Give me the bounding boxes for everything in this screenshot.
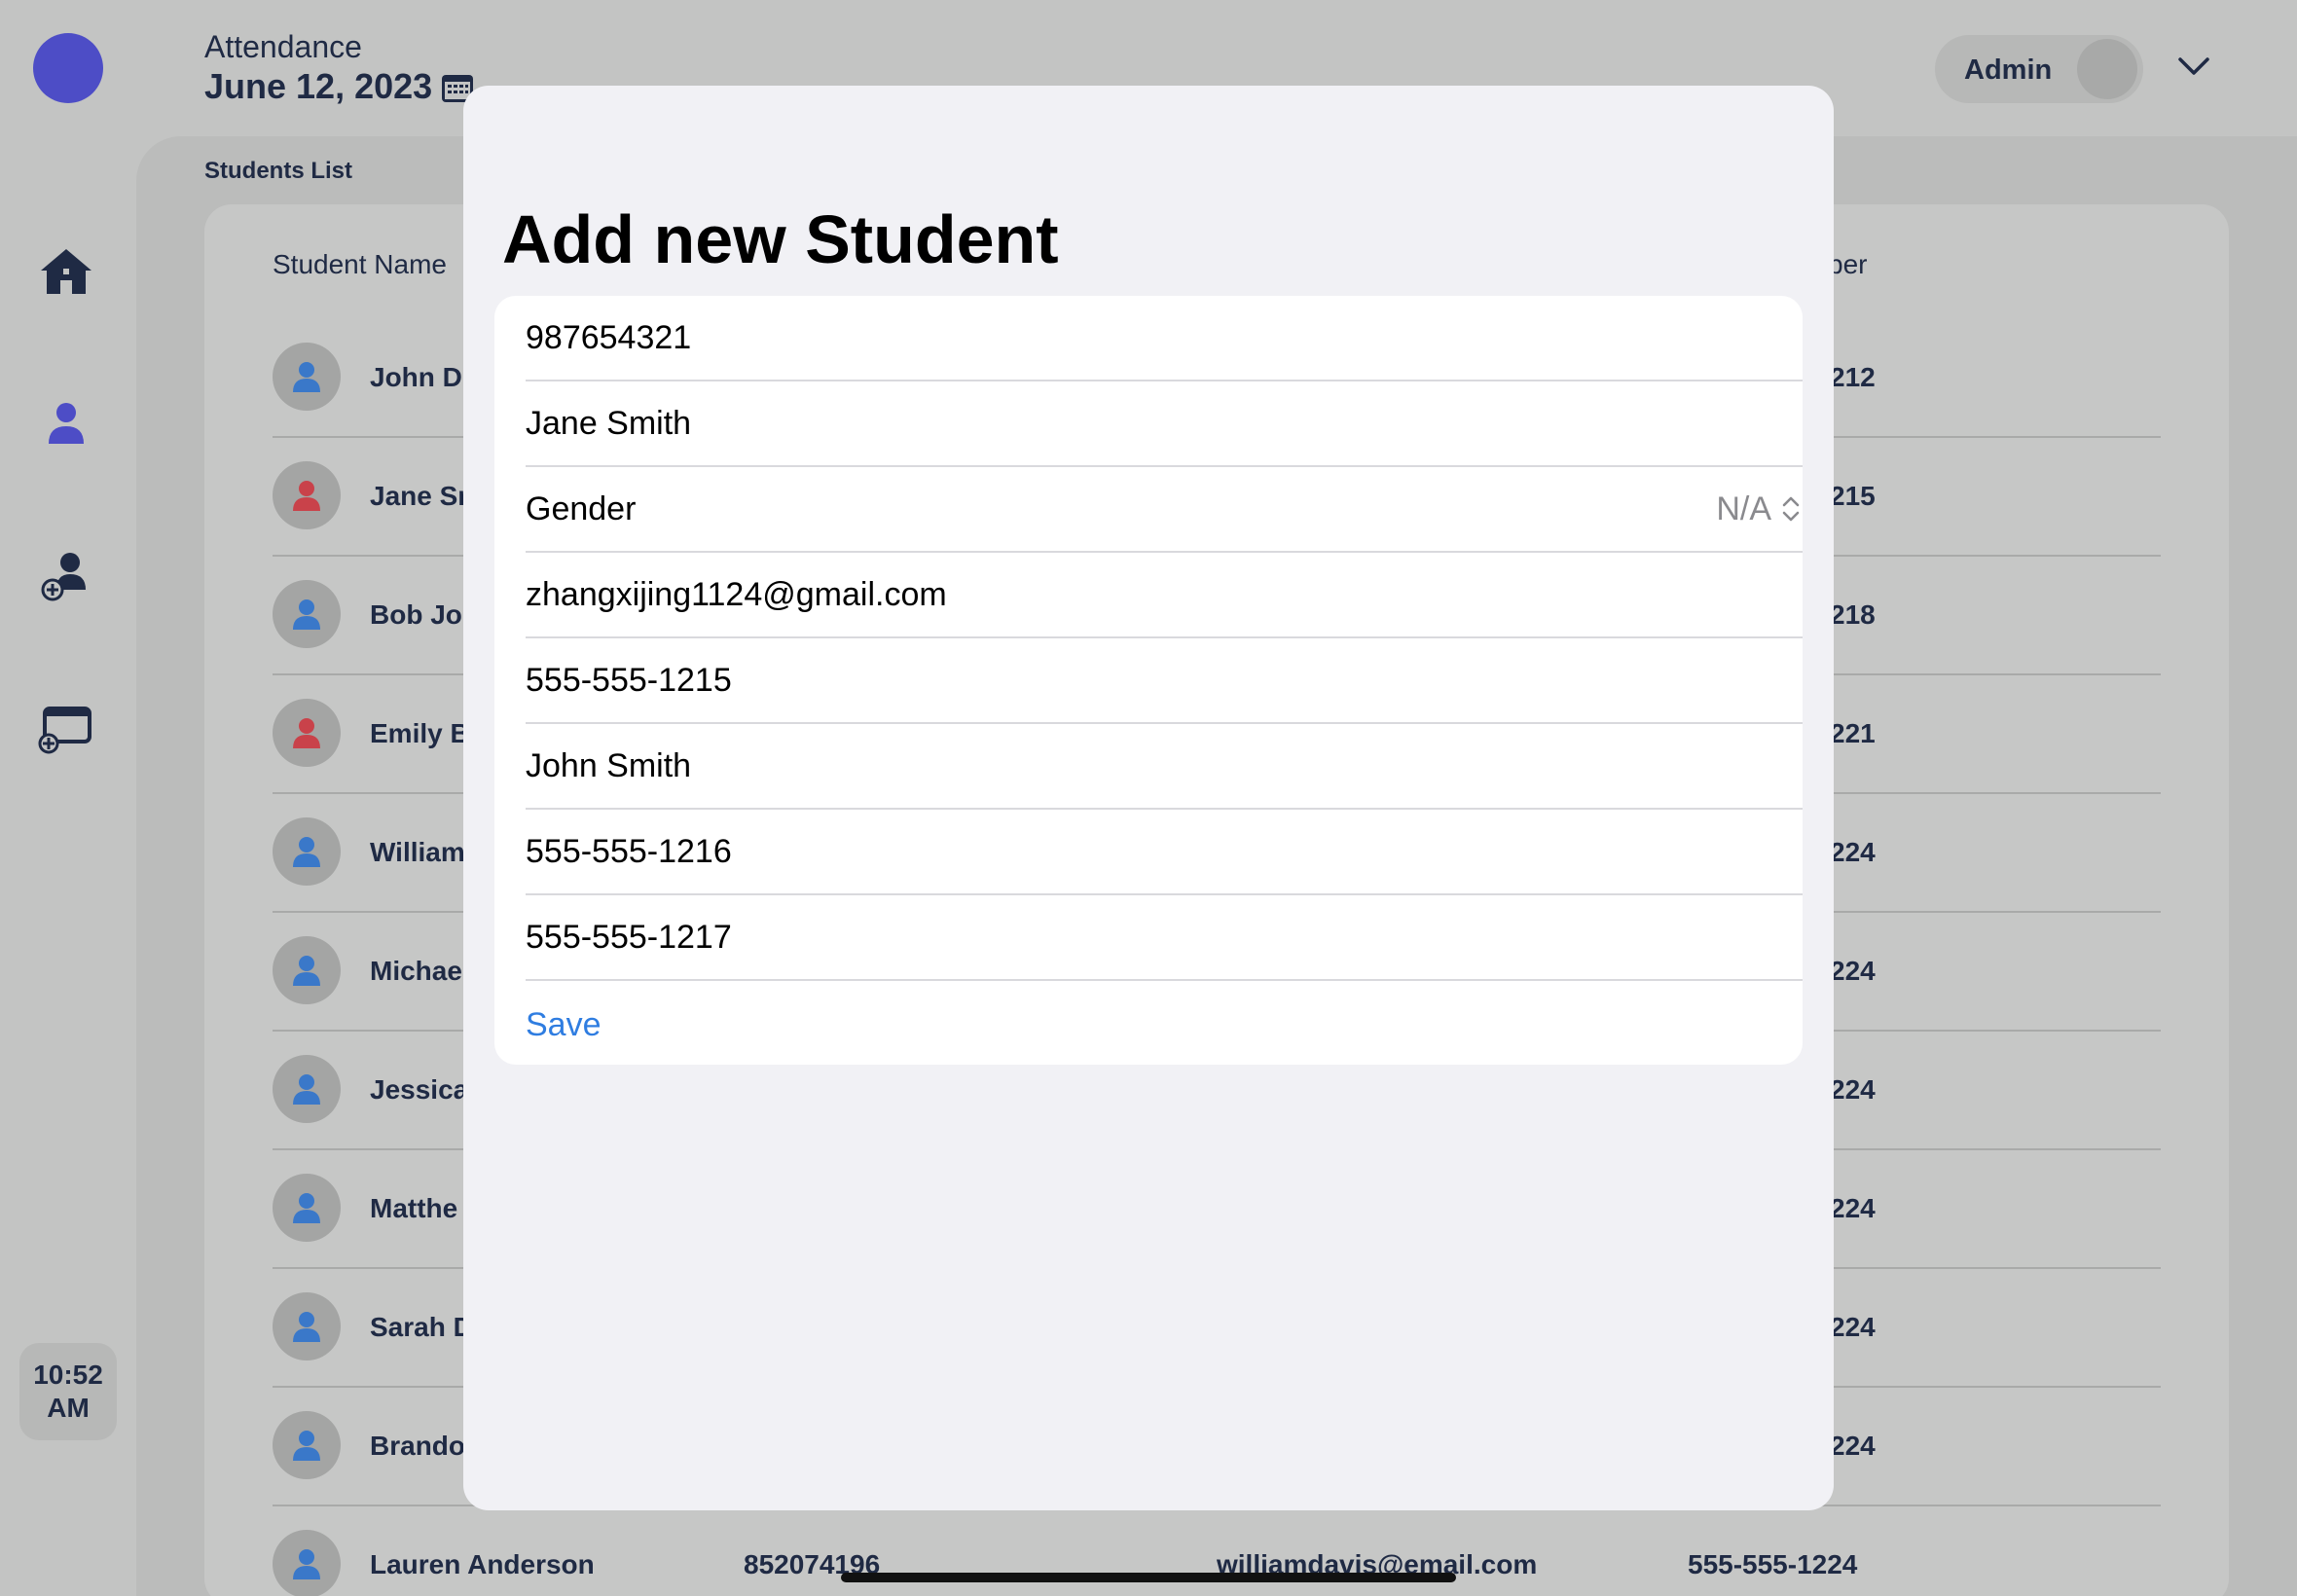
emergency-phone-field[interactable]: [526, 895, 1803, 979]
avatar: [273, 1174, 341, 1242]
column-header-phone[interactable]: ber: [1828, 249, 1867, 280]
modal-title: Add new Student: [502, 201, 1059, 277]
person-icon: [293, 1074, 320, 1105]
student-name-cell: Brando: [370, 1431, 465, 1461]
student-phone-cell: 224: [1830, 956, 1876, 986]
email-field[interactable]: [526, 553, 1803, 636]
student-phone-cell: 224: [1830, 1431, 1876, 1461]
student-id-field[interactable]: [526, 296, 1803, 380]
student-name-cell: Matthe: [370, 1193, 458, 1223]
guardian-name-row: [526, 724, 1803, 810]
person-icon: [293, 1312, 320, 1342]
add-student-modal: Add new Student Gender N/A: [463, 86, 1834, 1510]
current-date: June 12, 2023: [204, 66, 433, 106]
student-phone-cell: 212: [1830, 362, 1876, 392]
student-phone-cell: 215: [1830, 481, 1876, 511]
chevron-up-down-icon[interactable]: [1779, 494, 1803, 524]
person-icon: [293, 362, 320, 392]
student-name-cell: Bob Jol: [370, 599, 470, 630]
home-indicator[interactable]: [841, 1573, 1456, 1582]
add-user-icon[interactable]: [37, 547, 95, 605]
gender-row[interactable]: Gender N/A: [526, 467, 1803, 553]
avatar: [273, 936, 341, 1004]
person-icon: [293, 481, 320, 511]
admin-label: Admin: [1964, 54, 2053, 86]
student-phone-cell: 218: [1830, 599, 1876, 630]
table-row[interactable]: Lauren Anderson 852074196 williamdavis@ema…: [273, 1506, 2161, 1596]
user-icon[interactable]: [37, 395, 95, 453]
student-name-cell: Michae: [370, 956, 462, 986]
person-icon: [293, 1549, 320, 1579]
person-icon: [293, 837, 320, 867]
emergency-phone-row: [526, 895, 1803, 981]
avatar: [273, 580, 341, 648]
student-phone-cell: 224: [1830, 1074, 1876, 1105]
student-name-cell: John D: [370, 362, 462, 392]
phone-field[interactable]: [526, 638, 1803, 722]
gender-label: Gender: [526, 490, 637, 527]
person-icon: [293, 718, 320, 748]
avatar: [273, 1411, 341, 1479]
save-button[interactable]: Save: [526, 983, 602, 1065]
clock-badge: 10:52 AM: [19, 1343, 117, 1440]
clock-time: 10:52: [33, 1360, 103, 1390]
avatar: [273, 343, 341, 411]
phone-row: [526, 638, 1803, 724]
student-phone-cell: 224: [1830, 1312, 1876, 1342]
student-form: Gender N/A Save: [494, 296, 1803, 1065]
student-phone-cell: 221: [1830, 718, 1876, 748]
home-icon[interactable]: [37, 243, 95, 302]
guardian-name-field[interactable]: [526, 724, 1803, 808]
student-name-cell: Emily B: [370, 718, 470, 748]
person-icon: [293, 1193, 320, 1223]
student-name-cell: Jessica: [370, 1074, 469, 1105]
student-id-row: [526, 296, 1803, 381]
name-row: [526, 381, 1803, 467]
avatar: [273, 1530, 341, 1596]
column-header-student-name[interactable]: Student Name: [273, 249, 447, 280]
clock-meridiem: AM: [47, 1393, 90, 1423]
student-phone-cell: 224: [1830, 837, 1876, 867]
avatar: [273, 699, 341, 767]
student-name-field[interactable]: [526, 381, 1803, 465]
avatar: [273, 817, 341, 886]
admin-switch[interactable]: Admin: [1935, 35, 2143, 103]
admin-toggle-knob[interactable]: [2077, 39, 2137, 99]
chevron-down-icon[interactable]: [2176, 54, 2211, 78]
avatar: [273, 461, 341, 529]
app-logo[interactable]: [33, 33, 103, 103]
avatar: [273, 1055, 341, 1123]
student-name-cell: Lauren Anderson: [370, 1549, 595, 1579]
student-phone-cell: 224: [1830, 1193, 1876, 1223]
student-name-cell: Sarah D: [370, 1312, 473, 1342]
person-icon: [293, 1431, 320, 1461]
guardian-phone-row: [526, 810, 1803, 895]
student-name-cell: William: [370, 837, 465, 867]
person-icon: [293, 599, 320, 630]
page-title: Attendance: [204, 29, 362, 64]
guardian-phone-field[interactable]: [526, 810, 1803, 893]
gender-picker[interactable]: N/A: [1716, 467, 1771, 551]
person-icon: [293, 956, 320, 986]
student-name-cell: Jane Sr: [370, 481, 469, 511]
email-row: [526, 553, 1803, 638]
students-list-label: Students List: [204, 158, 353, 184]
avatar: [273, 1292, 341, 1360]
add-class-icon[interactable]: [37, 699, 95, 757]
student-phone-cell: 555-555-1224: [1688, 1549, 1858, 1579]
